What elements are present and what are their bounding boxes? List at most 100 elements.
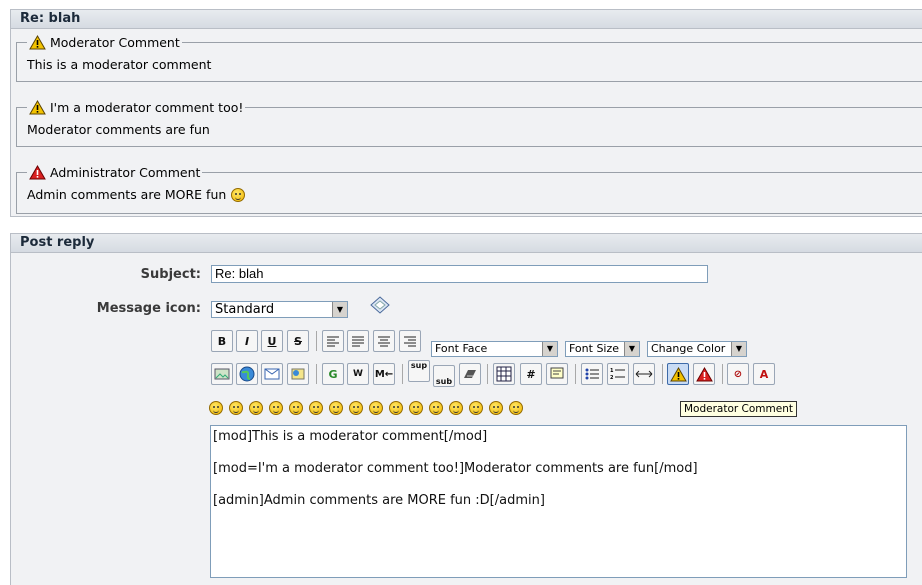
quote-title: Administrator Comment xyxy=(50,164,201,180)
toolbar-separator xyxy=(487,364,488,384)
moderator-comment-button[interactable] xyxy=(667,363,689,385)
remove-format-icon: ⊘ xyxy=(733,368,743,380)
message-line: [mod=I'm a moderator comment too!]Modera… xyxy=(213,461,698,476)
toolbar-separator xyxy=(316,331,317,351)
google-icon: G xyxy=(328,367,338,381)
insert-flash-button[interactable] xyxy=(287,363,309,385)
hash-icon: # xyxy=(526,367,536,381)
rolleyes-smiley-icon[interactable] xyxy=(389,401,403,415)
font-face-select[interactable]: Font Face ▼ xyxy=(431,341,558,357)
subscript-button[interactable]: sub xyxy=(433,365,455,387)
keyboard-icon xyxy=(464,370,476,378)
toolbar-separator xyxy=(662,364,663,384)
sad-smiley-icon[interactable] xyxy=(289,401,303,415)
spoiler-button[interactable]: M← xyxy=(373,363,395,385)
bullet-list-icon xyxy=(585,368,599,380)
insert-email-button[interactable] xyxy=(261,363,283,385)
moderator-comment-box: I'm a moderator comment too! Moderator c… xyxy=(16,98,922,147)
message-line: [mod]This is a moderator comment[/mod] xyxy=(213,429,488,444)
superscript-icon: sup xyxy=(410,361,428,370)
bullet-list-button[interactable] xyxy=(581,363,603,385)
surprised-smiley-icon[interactable] xyxy=(309,401,323,415)
align-left-icon xyxy=(327,336,339,347)
post-reply-panel: Post reply Subject: Re: blah Message ico… xyxy=(10,233,922,585)
table-button[interactable] xyxy=(493,363,515,385)
change-color-select[interactable]: Change Color ▼ xyxy=(647,341,747,357)
message-icon-label: Message icon: xyxy=(96,301,201,316)
razz-smiley-icon[interactable] xyxy=(429,401,443,415)
confused-smiley-icon[interactable] xyxy=(369,401,383,415)
neutral-smiley-icon[interactable] xyxy=(489,401,503,415)
number-sign-button[interactable]: # xyxy=(520,363,542,385)
embarrassed-smiley-icon[interactable] xyxy=(449,401,463,415)
horizontal-rule-icon xyxy=(635,370,653,378)
insert-image-button[interactable] xyxy=(211,363,233,385)
post-preview-panel: Re: blah Moderator Comment This is a mod… xyxy=(10,9,922,217)
align-right-button[interactable] xyxy=(399,330,421,352)
code-button[interactable] xyxy=(459,363,481,385)
quote-button[interactable] xyxy=(546,363,568,385)
cry-smiley-icon[interactable] xyxy=(469,401,483,415)
quote-body: Moderator comments are fun xyxy=(27,122,210,137)
message-textarea[interactable]: [mod]This is a moderator comment[/mod] [… xyxy=(210,425,907,578)
subject-input[interactable]: Re: blah xyxy=(211,265,708,283)
wikipedia-button[interactable]: W xyxy=(347,363,369,385)
evil-smiley-icon[interactable] xyxy=(509,401,523,415)
message-icon-select[interactable]: Standard ▼ xyxy=(211,301,348,318)
cool-smiley-icon[interactable] xyxy=(349,401,363,415)
align-center-icon xyxy=(378,336,390,347)
laugh-smiley-icon[interactable] xyxy=(269,401,283,415)
message-line: [admin]Admin comments are MORE fun :D[/a… xyxy=(213,493,545,508)
subject-label: Subject: xyxy=(140,267,201,282)
shocked-smiley-icon[interactable] xyxy=(329,401,343,415)
svg-text:2: 2 xyxy=(610,375,614,381)
mad-smiley-icon[interactable] xyxy=(409,401,423,415)
grin-smiley-icon[interactable] xyxy=(249,401,263,415)
moderator-comment-box: Moderator Comment This is a moderator co… xyxy=(16,33,922,82)
superscript-button[interactable]: sup xyxy=(408,360,430,382)
quote-title: Moderator Comment xyxy=(50,34,180,50)
horizontal-rule-button[interactable] xyxy=(633,363,655,385)
google-search-button[interactable]: G xyxy=(322,363,344,385)
quote-icon xyxy=(550,367,564,379)
chevron-down-icon[interactable]: ▼ xyxy=(542,342,557,356)
align-center-button[interactable] xyxy=(373,330,395,352)
toolbar-separator xyxy=(316,364,317,384)
chevron-down-icon[interactable]: ▼ xyxy=(624,342,639,356)
italic-button[interactable]: I xyxy=(236,330,258,352)
warning-icon xyxy=(669,366,687,381)
globe-icon xyxy=(239,366,255,382)
align-left-button[interactable] xyxy=(322,330,344,352)
numbered-list-button[interactable]: 12 xyxy=(607,363,629,385)
wink-smiley-icon[interactable] xyxy=(229,401,243,415)
warning-icon xyxy=(29,99,46,114)
wiki-icon: W xyxy=(353,369,363,379)
remove-format-button[interactable]: ⊘ xyxy=(727,363,749,385)
chevron-down-icon[interactable]: ▼ xyxy=(332,302,347,317)
strikethrough-button[interactable]: S xyxy=(287,330,309,352)
admin-warning-icon xyxy=(29,164,46,179)
image-icon xyxy=(214,368,230,380)
insert-link-button[interactable] xyxy=(236,363,258,385)
admin-warning-icon xyxy=(695,366,713,381)
warning-icon xyxy=(29,34,46,49)
tooltip: Moderator Comment xyxy=(680,401,797,417)
numbered-list-icon: 12 xyxy=(610,368,625,381)
bold-button[interactable]: B xyxy=(211,330,233,352)
align-justify-icon xyxy=(352,336,364,347)
toolbar-separator xyxy=(575,364,576,384)
big-grin-smiley-icon xyxy=(231,187,246,202)
toolbar-separator xyxy=(402,364,403,384)
align-justify-button[interactable] xyxy=(347,330,369,352)
message-icon-preview xyxy=(370,296,390,314)
administrator-comment-box: Administrator Comment Admin comments are… xyxy=(16,163,922,214)
administrator-comment-button[interactable] xyxy=(693,363,715,385)
web-page-icon xyxy=(291,368,305,380)
underline-button[interactable]: U xyxy=(261,330,283,352)
quote-body: This is a moderator comment xyxy=(27,57,212,72)
chevron-down-icon[interactable]: ▼ xyxy=(731,342,746,356)
smile-smiley-icon[interactable] xyxy=(209,401,223,415)
font-color-button[interactable]: A xyxy=(753,363,775,385)
preview-title: Re: blah xyxy=(11,10,922,29)
font-size-select[interactable]: Font Size ▼ xyxy=(565,341,640,357)
